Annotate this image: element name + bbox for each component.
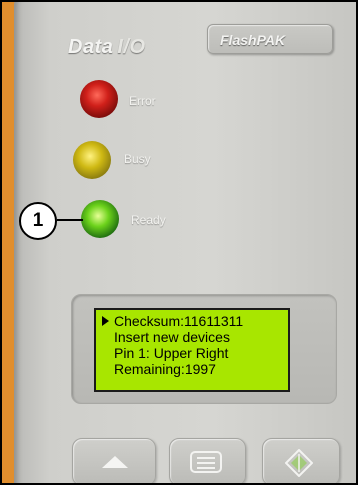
up-button[interactable] [72,438,156,483]
callout-number: 1 [19,202,57,240]
busy-led [73,141,111,179]
screenshot-frame: Data I/O FlashPAK Error Busy Ready 1 Chec… [0,0,358,485]
error-led [80,80,118,118]
ready-led [81,200,119,238]
lcd-line-3: Pin 1: Upper Right [114,345,229,361]
start-button[interactable] [262,438,340,483]
model-badge: FlashPAK [207,24,333,54]
menu-icon [190,451,222,473]
lcd-line-4: Remaining:1997 [114,361,216,377]
ready-led-label: Ready [131,213,166,227]
lcd-line-1: Checksum:11611311 [96,313,288,329]
device-panel [14,2,356,483]
callout-pointer [57,219,83,221]
brand-logo: Data I/O [68,36,146,59]
menu-button[interactable] [169,438,246,483]
checksum-text: Checksum:11611311 [114,313,244,329]
busy-led-label: Busy [124,152,151,166]
brand-io-mark: I/O [117,36,146,58]
up-arrow-icon [102,456,128,468]
error-led-label: Error [129,94,156,108]
start-diamond-icon [285,449,313,477]
lcd-display: Checksum:11611311 Insert new devices Pin… [94,308,290,392]
cursor-arrow-icon [102,316,109,327]
lcd-line-2: Insert new devices [114,329,230,345]
brand-name: Data [68,36,114,58]
